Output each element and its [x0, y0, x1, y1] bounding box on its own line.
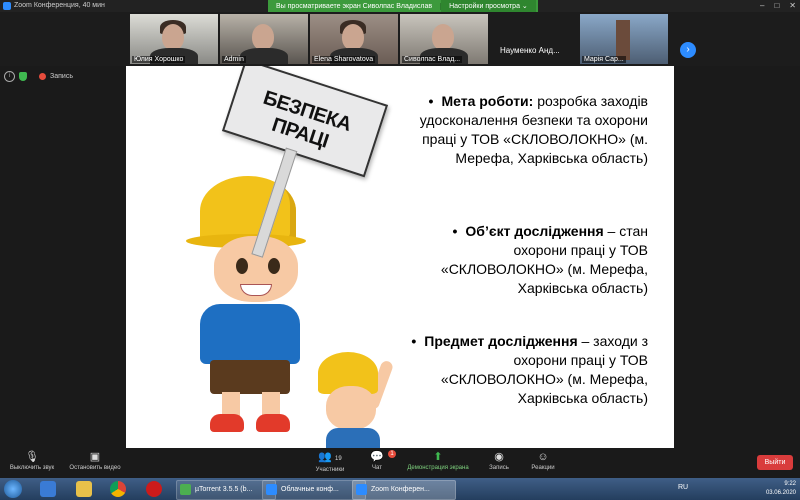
opera-icon[interactable] — [146, 481, 162, 497]
slide-paragraph-object: • Об’єкт дослідження – стан охорони праці… — [408, 222, 648, 298]
window-title: Zoom Конференция, 40 мин — [14, 2, 105, 9]
share-screen-button[interactable]: ⬆ Демонстрация экрана — [402, 451, 474, 471]
participant-tile[interactable]: Сиволпас Влад... — [400, 14, 488, 64]
clock-time: 9:22 — [784, 481, 796, 487]
camera-icon: ▣ — [89, 451, 101, 463]
internet-explorer-icon[interactable] — [40, 481, 56, 497]
viewing-label: Вы просматриваете экран Сиволпас Владисл… — [268, 2, 442, 10]
windows-taskbar: µTorrent 3.5.5 (b... Облачные конф... Zo… — [0, 478, 800, 500]
participants-count: 19 — [335, 456, 342, 462]
face-shape — [326, 386, 376, 430]
taskbar-cloud-conference[interactable]: Облачные конф... — [262, 480, 366, 500]
participant-name: Сиволпас Влад... — [402, 56, 463, 63]
screen-share-banner: Вы просматриваете экран Сиволпас Владисл… — [268, 0, 538, 12]
shoe-shape — [256, 414, 290, 432]
video-label: Остановить видео — [69, 465, 121, 471]
recording-label: Запись — [50, 72, 73, 80]
slide-paragraph-goal: • Мета роботи: розробка заходів удосконал… — [408, 92, 648, 168]
shoe-shape — [210, 414, 244, 432]
folder-icon[interactable] — [76, 481, 92, 497]
participant-name: Elena Sharovatova — [312, 56, 376, 63]
system-clock[interactable]: 9:22 03.06.2020 — [766, 480, 796, 498]
next-page-button[interactable]: › — [680, 42, 696, 58]
view-options-button[interactable]: Настройки просмотра ⌄ — [441, 0, 536, 12]
subject-heading: Предмет дослідження — [424, 333, 578, 349]
meeting-toolbar: 🎙 Выключить звук ▣ Остановить видео 👥 19… — [0, 448, 800, 478]
participant-name: Марія Сар... — [582, 56, 626, 63]
participant-strip: Юлия Хорошко Admin Elena Sharovatova Сив… — [0, 12, 800, 66]
status-bar: i Запись — [4, 70, 73, 82]
eye-shape — [268, 258, 280, 274]
mute-button[interactable]: 🎙 Выключить звук — [4, 451, 60, 471]
record-label: Запись — [489, 465, 509, 471]
shared-screen: БЕЗПЕКА ПРАЦІ • Мета роботи: розробка зах… — [126, 66, 674, 448]
participants-button[interactable]: 👥 19 Участники — [308, 451, 352, 473]
zoom-conf-label: Zoom Конферен... — [371, 486, 430, 493]
utorrent-label: µTorrent 3.5.5 (b... — [195, 486, 253, 493]
maximize-icon[interactable]: □ — [774, 1, 779, 10]
bullet: • — [411, 333, 417, 349]
avatar — [432, 24, 454, 50]
clock-date: 03.06.2020 — [765, 490, 796, 496]
emoji-icon: ☺ — [537, 451, 549, 463]
participant-tile[interactable]: Admin — [220, 14, 308, 64]
share-label: Демонстрация экрана — [407, 465, 469, 471]
minimize-icon[interactable]: – — [760, 1, 764, 10]
avatar — [252, 24, 274, 50]
safety-sign: БЕЗПЕКА ПРАЦІ — [221, 66, 389, 258]
participant-name: Admin — [222, 56, 246, 63]
eye-shape — [236, 258, 248, 274]
info-icon[interactable]: i — [4, 70, 15, 82]
participant-name[interactable]: Науменко Анд... — [500, 46, 560, 55]
chat-badge: 1 — [388, 450, 396, 458]
microphone-icon: 🎙 — [25, 451, 39, 463]
bullet: • — [428, 93, 434, 109]
shorts-shape — [210, 360, 290, 394]
goal-heading: Мета роботи: — [441, 93, 534, 109]
record-icon: ◉ — [494, 451, 504, 463]
small-worker-illustration — [308, 352, 408, 448]
taskbar-utorrent[interactable]: µTorrent 3.5.5 (b... — [176, 480, 276, 500]
record-button[interactable]: ◉ Запись — [482, 451, 516, 471]
leave-meeting-button[interactable]: Выйти — [757, 455, 793, 470]
participants-label: Участники — [315, 467, 345, 473]
participant-name: Юлия Хорошко — [132, 56, 186, 63]
participant-tile[interactable]: Юлия Хорошко — [130, 14, 218, 64]
shirt-shape — [200, 304, 300, 364]
zoom-icon — [3, 2, 11, 10]
zoom-icon — [266, 484, 277, 495]
avatar — [616, 20, 630, 60]
chrome-icon[interactable] — [110, 481, 126, 497]
window-controls: – □ ✕ — [760, 1, 796, 10]
language-indicator[interactable]: RU — [678, 484, 688, 491]
recording-icon — [39, 72, 46, 80]
slide-paragraph-subject: • Предмет дослідження – заходи з охорони … — [408, 332, 648, 408]
reactions-label: Реакции — [531, 465, 555, 471]
taskbar-zoom-conference[interactable]: Zoom Конферен... — [352, 480, 456, 500]
avatar — [342, 24, 364, 50]
reactions-button[interactable]: ☺ Реакции — [524, 451, 562, 471]
zoom-icon — [356, 484, 367, 495]
chat-button[interactable]: 💬 1 Чат — [362, 450, 396, 471]
shield-icon[interactable] — [19, 71, 27, 81]
cloud-conf-label: Облачные конф... — [281, 486, 339, 493]
body-shape — [326, 428, 380, 448]
share-screen-icon: ⬆ — [433, 451, 443, 463]
stop-video-button[interactable]: ▣ Остановить видео — [64, 451, 126, 471]
sign-text: БЕЗПЕКА ПРАЦІ — [260, 86, 354, 153]
participant-tile[interactable]: Марія Сар... — [580, 14, 668, 64]
participants-icon: 👥 19 — [318, 451, 342, 463]
object-heading: Об’єкт дослідження — [465, 223, 604, 239]
avatar — [162, 24, 184, 50]
mute-label: Выключить звук — [9, 465, 55, 471]
participant-tile[interactable]: Elena Sharovatova — [310, 14, 398, 64]
start-button[interactable] — [4, 480, 22, 498]
chat-label: Чат — [372, 465, 382, 471]
bullet: • — [452, 223, 458, 239]
avatar-body — [240, 48, 288, 64]
utorrent-icon — [180, 484, 191, 495]
close-icon[interactable]: ✕ — [789, 1, 796, 10]
